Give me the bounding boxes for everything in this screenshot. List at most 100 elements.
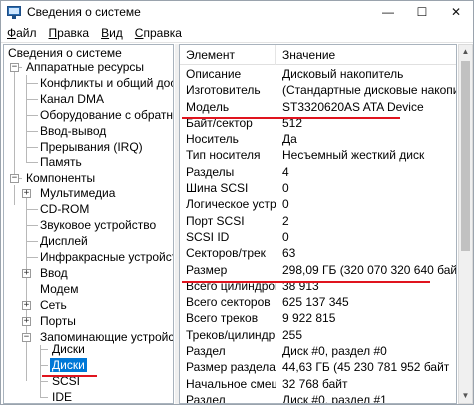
list-cell-value: Диск #0, раздел #1 — [282, 392, 387, 404]
details-list[interactable]: Элемент Значение Описание Дисковый накопи… — [179, 44, 457, 404]
list-cell-value: 9 922 815 — [282, 311, 336, 326]
tree-item-hardware-resources[interactable]: Аппаратные ресурсы — [24, 59, 146, 75]
menu-view[interactable]: Вид — [95, 26, 129, 40]
tree-item-io[interactable]: Ввод-вывод — [38, 123, 108, 139]
tree-item-drives[interactable]: Диски — [50, 341, 87, 357]
tree-item-irq[interactable]: Прерывания (IRQ) — [38, 139, 145, 155]
list-cell-value: (Стандартные дисковые накопители) — [282, 83, 456, 98]
tree-item-memory[interactable]: Память — [38, 154, 84, 170]
list-row[interactable]: Разделы 4 — [180, 164, 456, 180]
tree-item-network[interactable]: Сеть — [38, 297, 69, 313]
list-cell-value: Диск #0, раздел #0 — [282, 344, 387, 359]
scroll-down-arrow-icon[interactable]: ▼ — [459, 389, 472, 403]
list-cell-value: 625 137 345 — [282, 295, 349, 310]
tree-item-components[interactable]: Компоненты — [24, 170, 97, 186]
collapse-icon[interactable]: − — [10, 63, 19, 72]
list-row[interactable]: Размер 298,09 ГБ (320 070 320 640 байт) — [180, 262, 456, 278]
list-cell-value: 4 — [282, 164, 289, 179]
list-cell-value: 255 — [282, 327, 303, 342]
list-cell-element: Размер — [186, 262, 228, 277]
tree-item-multimedia[interactable]: Мультимедиа — [38, 185, 117, 201]
list-row[interactable]: Модель ST3320620AS ATA Device — [180, 99, 456, 115]
list-row[interactable]: Начальное смещ... 32 768 байт — [180, 376, 456, 392]
close-button[interactable]: ✕ — [439, 1, 473, 23]
tree-item-input[interactable]: Ввод — [38, 265, 70, 281]
list-cell-value: 2 — [282, 213, 289, 228]
list-row[interactable]: Логическое устро... 0 — [180, 196, 456, 212]
scroll-thumb[interactable] — [461, 61, 470, 251]
list-cell-value: ST3320620AS ATA Device — [282, 99, 424, 114]
tree-item-ports[interactable]: Порты — [38, 313, 78, 329]
window-title: Сведения о системе — [27, 5, 141, 19]
tree-item-sound[interactable]: Звуковое устройство — [38, 217, 158, 233]
list-row[interactable]: Изготовитель (Стандартные дисковые накопи… — [180, 82, 456, 98]
scroll-up-arrow-icon[interactable]: ▲ — [459, 45, 472, 59]
list-cell-element: Треков/цилиндр — [186, 327, 276, 342]
list-cell-element: Всего треков — [186, 311, 259, 326]
list-cell-element: Модель — [186, 99, 230, 114]
list-cell-element: Раздел — [186, 344, 226, 359]
tree-item-infrared[interactable]: Инфракрасные устройства — [38, 249, 173, 265]
category-tree[interactable]: Сведения о системе − Аппаратные ресурсы … — [3, 44, 174, 404]
list-row[interactable]: Всего треков 9 922 815 — [180, 310, 456, 326]
list-row[interactable]: SCSI ID 0 — [180, 229, 456, 245]
minimize-button[interactable]: — — [371, 1, 405, 23]
menu-help[interactable]: Справка — [129, 26, 188, 40]
list-cell-value: Дисковый накопитель — [282, 67, 404, 81]
maximize-button[interactable]: ☐ — [405, 1, 439, 23]
list-cell-element: Порт SCSI — [186, 213, 245, 228]
list-cell-value: 0 — [282, 229, 289, 244]
list-row[interactable]: Описание Дисковый накопитель — [180, 66, 456, 82]
list-row[interactable]: Секторов/трек 63 — [180, 245, 456, 261]
menu-bar: Файл Правка Вид Справка — [1, 23, 473, 42]
list-row[interactable]: Раздел Диск #0, раздел #1 — [180, 392, 456, 404]
tree-item-display[interactable]: Дисплей — [38, 233, 90, 249]
tree-item-modem[interactable]: Модем — [38, 281, 80, 297]
expand-icon[interactable]: + — [22, 317, 31, 326]
expand-icon[interactable]: + — [22, 269, 31, 278]
list-row[interactable]: Треков/цилиндр 255 — [180, 327, 456, 343]
list-cell-value: Да — [282, 132, 297, 147]
list-cell-element: Разделы — [186, 164, 235, 179]
list-row[interactable]: Носитель Да — [180, 131, 456, 147]
red-annotation-underline — [182, 117, 400, 119]
collapse-icon[interactable]: − — [10, 174, 19, 183]
column-header-value[interactable]: Значение — [276, 45, 456, 65]
list-cell-element: Изготовитель — [186, 83, 261, 98]
list-cell-element: Начальное смещ... — [186, 376, 276, 391]
menu-edit[interactable]: Правка — [43, 26, 96, 40]
list-cell-element: Тип носителя — [186, 148, 261, 163]
list-row[interactable]: Размер раздела 44,63 ГБ (45 230 781 952 б… — [180, 359, 456, 375]
list-row[interactable]: Порт SCSI 2 — [180, 213, 456, 229]
red-annotation-underline — [182, 281, 430, 283]
list-cell-value: 32 768 байт — [282, 376, 348, 391]
tree-item-forced-hardware[interactable]: Оборудование с обратной с — [38, 107, 173, 123]
red-annotation-underline — [42, 375, 97, 377]
list-cell-element: Логическое устро... — [186, 197, 276, 212]
expand-icon[interactable]: + — [22, 301, 31, 310]
list-row[interactable]: Шина SCSI 0 — [180, 180, 456, 196]
column-header-element[interactable]: Элемент — [180, 45, 276, 65]
tree-item-cdrom[interactable]: CD-ROM — [38, 201, 91, 217]
tree-item-disks[interactable]: Диски — [50, 357, 87, 373]
tree-item-conflicts[interactable]: Конфликты и общий доступ — [38, 75, 173, 91]
menu-file[interactable]: Файл — [1, 26, 43, 40]
system-info-window: Сведения о системе — ☐ ✕ Файл Правка Вид… — [0, 0, 474, 405]
list-row[interactable]: Всего секторов 625 137 345 — [180, 294, 456, 310]
list-cell-value: Несъемный жесткий диск — [282, 148, 425, 163]
menu-separator — [1, 42, 473, 43]
expand-icon[interactable]: + — [22, 189, 31, 198]
title-bar[interactable]: Сведения о системе — ☐ ✕ — [1, 1, 473, 23]
tree-item-dma[interactable]: Канал DMA — [38, 91, 106, 107]
list-row[interactable]: Раздел Диск #0, раздел #0 — [180, 343, 456, 359]
tree-item-ide[interactable]: IDE — [50, 389, 74, 403]
list-cell-element: Шина SCSI — [186, 181, 249, 196]
collapse-icon[interactable]: − — [22, 333, 31, 342]
system-info-app-icon — [7, 5, 21, 19]
list-header: Элемент Значение — [180, 45, 456, 65]
list-cell-value: 44,63 ГБ (45 230 781 952 байт — [282, 360, 450, 375]
list-cell-element: Секторов/трек — [186, 246, 266, 261]
list-row[interactable]: Тип носителя Несъемный жесткий диск — [180, 147, 456, 163]
list-cell-value: 298,09 ГБ (320 070 320 640 байт) — [282, 262, 456, 277]
vertical-scrollbar[interactable]: ▲ ▼ — [458, 44, 473, 404]
